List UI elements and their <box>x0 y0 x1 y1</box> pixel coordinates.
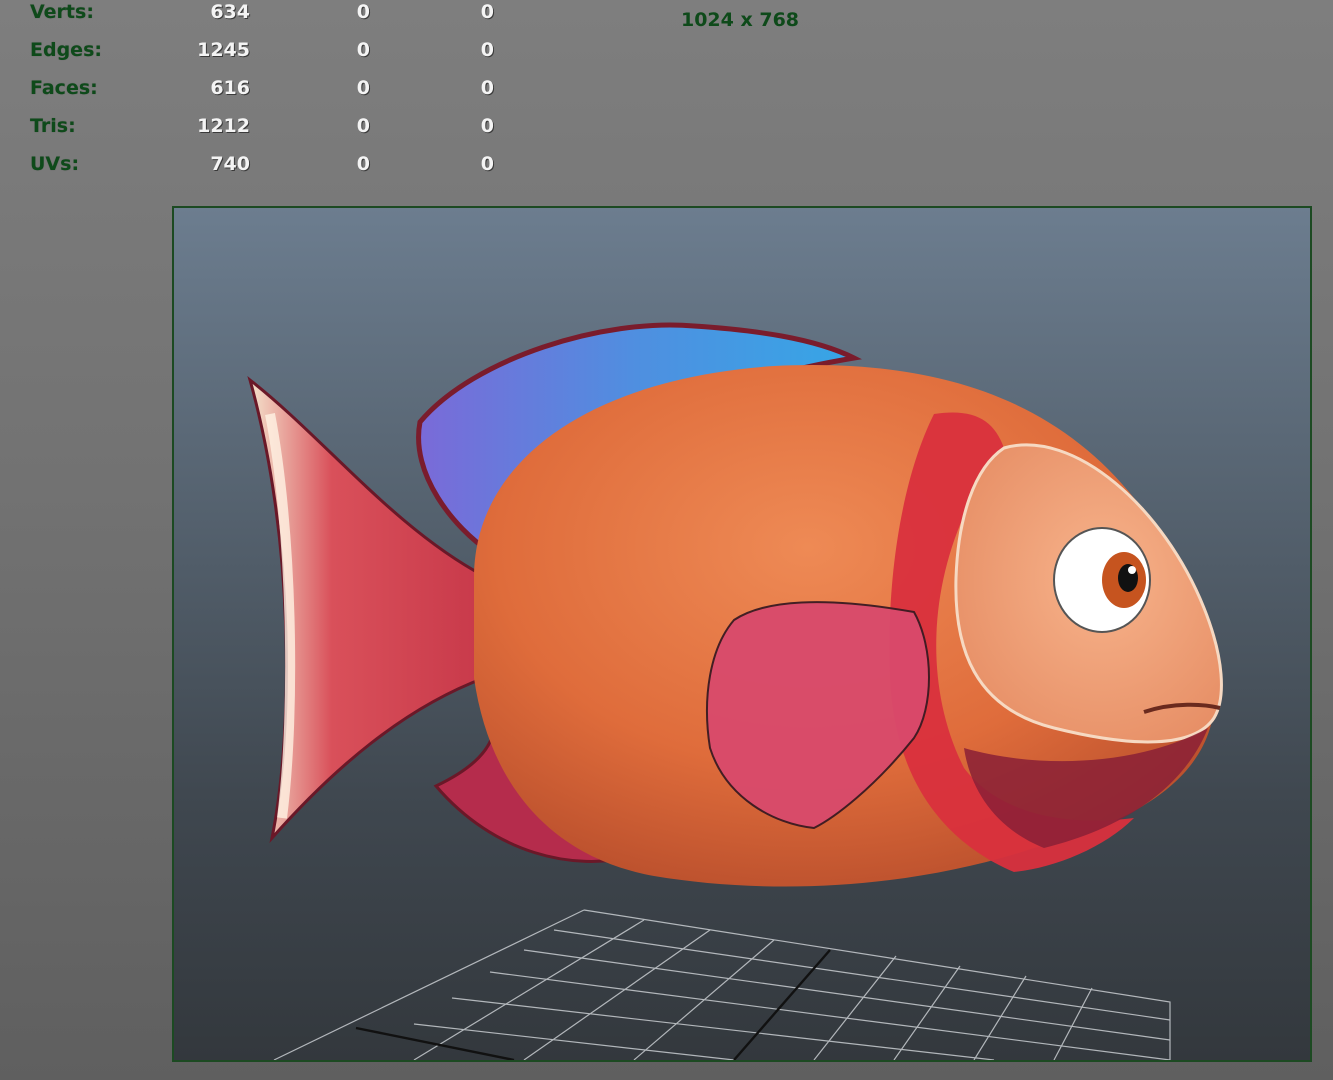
tris-label: Tris: <box>30 115 76 137</box>
faces-object-count: 616 <box>210 77 250 99</box>
tris-component-count: 0 <box>480 115 494 137</box>
uvs-object-count: 740 <box>210 153 250 175</box>
hud-row-verts: Verts: 634 0 0 <box>0 1 560 31</box>
faces-component-count: 0 <box>480 77 494 99</box>
grid-origin-axes <box>355 949 831 1060</box>
3d-viewport[interactable] <box>172 206 1312 1062</box>
edges-label: Edges: <box>30 39 102 61</box>
fish-model[interactable] <box>247 322 1223 887</box>
verts-label: Verts: <box>30 1 94 23</box>
uvs-component-count: 0 <box>480 153 494 175</box>
faces-selected-count: 0 <box>356 77 370 99</box>
tris-object-count: 1212 <box>197 115 250 137</box>
edges-selected-count: 0 <box>356 39 370 61</box>
uvs-selected-count: 0 <box>356 153 370 175</box>
verts-component-count: 0 <box>480 1 494 23</box>
viewport-scene[interactable] <box>174 208 1310 1060</box>
edges-component-count: 0 <box>480 39 494 61</box>
hud-row-edges: Edges: 1245 0 0 <box>0 39 560 69</box>
heads-up-display: Verts: 634 0 0 Edges: 1245 0 0 Faces: 61… <box>0 0 560 190</box>
edges-object-count: 1245 <box>197 39 250 61</box>
faces-label: Faces: <box>30 77 98 99</box>
hud-row-tris: Tris: 1212 0 0 <box>0 115 560 145</box>
verts-object-count: 634 <box>210 1 250 23</box>
hud-row-uvs: UVs: 740 0 0 <box>0 153 560 183</box>
verts-selected-count: 0 <box>356 1 370 23</box>
tris-selected-count: 0 <box>356 115 370 137</box>
fish-eye-icon <box>1053 527 1151 633</box>
resolution-gate-label: 1024 x 768 <box>680 9 800 31</box>
viewport-bottom-area <box>172 1062 1312 1080</box>
hud-row-faces: Faces: 616 0 0 <box>0 77 560 107</box>
uvs-label: UVs: <box>30 153 80 175</box>
